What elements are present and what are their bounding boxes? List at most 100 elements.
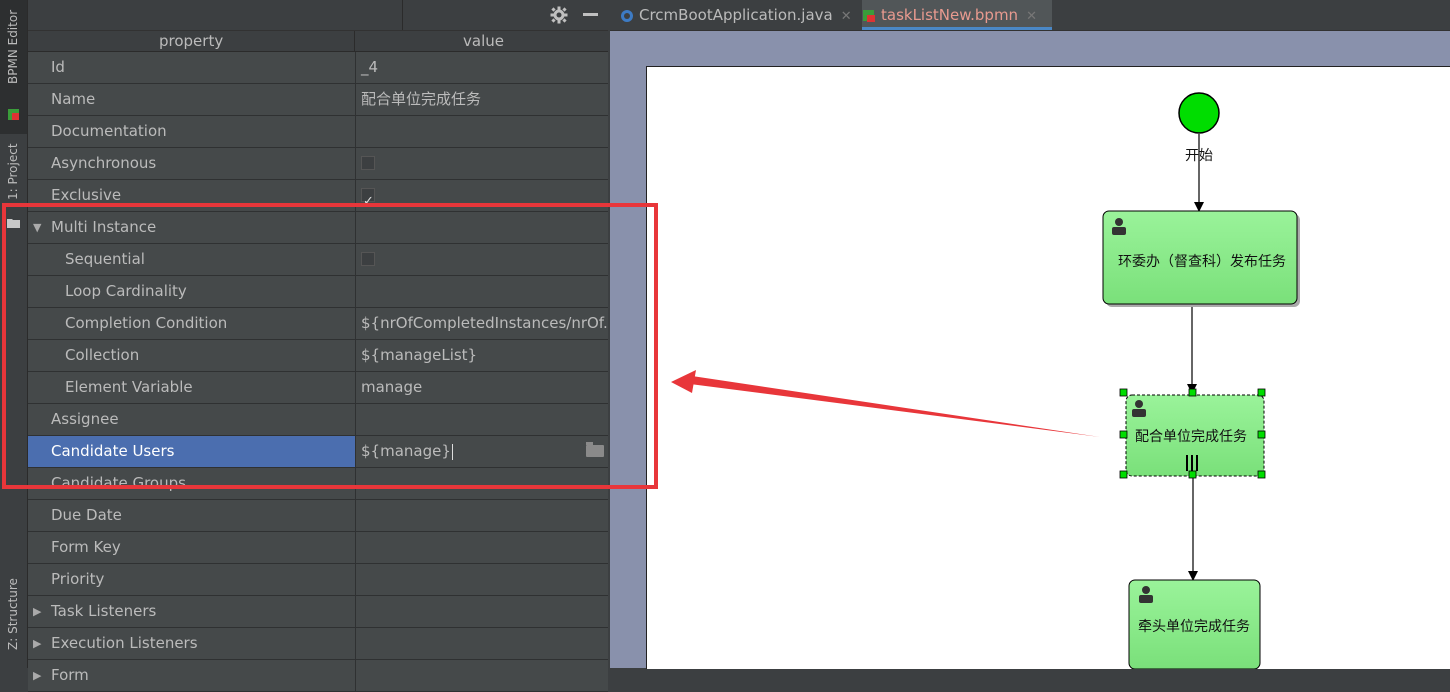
property-row-name[interactable]: Name 配合单位完成任务 [28,84,608,116]
property-row-collection[interactable]: Collection ${manageList} [28,340,608,372]
value-column-header: value [463,32,504,50]
property-row-loop-cardinality[interactable]: Loop Cardinality [28,276,608,308]
property-column-header: property [159,32,224,50]
properties-toolbar [28,0,608,31]
property-row-candidate-groups[interactable]: Candidate Groups [28,468,608,500]
property-value-cell[interactable]: ${nrOfCompletedInstances/nrOf... [355,308,608,339]
tab-task-list-new-bpmn[interactable]: taskListNew.bpmn ✕ [862,0,1052,30]
structure-tab-label: Z: Structure [6,578,20,650]
bpmn-editor-tab-label: BPMN Editor [6,9,20,84]
property-label: Id [51,58,65,76]
start-event-label: 开始 [1185,148,1213,164]
folder-icon [7,219,20,228]
property-row-assignee[interactable]: Assignee [28,404,608,436]
property-row-priority[interactable]: Priority [28,564,608,596]
exclusive-checkbox[interactable] [361,186,375,211]
property-row-due-date[interactable]: Due Date [28,500,608,532]
property-row-sequential[interactable]: Sequential [28,244,608,276]
property-value-cell[interactable]: manage [355,372,608,403]
text-cursor [451,443,453,460]
property-group-execution-listeners[interactable]: ▶ Execution Listeners [28,628,608,660]
property-group-multi-instance[interactable]: ▼ Multi Instance [28,212,608,244]
task-cooperate-label: 配合单位完成任务 [1135,429,1247,445]
property-value: 配合单位完成任务 [361,90,482,108]
property-value-cell[interactable] [355,404,608,435]
group-label: Multi Instance [51,218,157,236]
property-value-cell [355,180,608,211]
property-row-exclusive[interactable]: Exclusive [28,180,608,212]
property-row-element-variable[interactable]: Element Variable manage [28,372,608,404]
task-lead-label: 牵头单位完成任务 [1138,619,1250,635]
property-value-cell[interactable] [355,564,608,595]
property-label: Exclusive [51,186,122,204]
expand-right-icon[interactable]: ▶ [33,628,41,659]
property-value [356,282,361,300]
property-row-asynchronous[interactable]: Asynchronous [28,148,608,180]
property-row-form-key[interactable]: Form Key [28,532,608,564]
property-value-cell [355,148,608,179]
start-event[interactable] [1178,92,1220,134]
property-value-cell[interactable] [355,500,608,531]
property-label: Candidate Users [28,436,377,467]
property-value: manage [361,378,423,396]
property-value: ${manageList} [361,346,478,364]
property-value [356,506,361,524]
property-value-cell[interactable] [355,116,608,147]
bpmn-editor-tool-tab[interactable]: BPMN Editor [0,0,27,134]
tab-crcm-boot-application[interactable]: CrcmBootApplication.java ✕ [620,0,860,30]
group-label: Task Listeners [51,602,157,620]
property-value-cell[interactable]: _4 [355,52,608,83]
property-value-cell[interactable] [355,276,608,307]
property-label: Name [51,90,96,108]
property-label: Completion Condition [65,314,228,332]
minimize-icon[interactable] [583,13,598,16]
property-row-candidate-users[interactable]: Candidate Users ${manage} [28,436,608,468]
bpmn-file-icon [863,9,875,22]
property-value-cell[interactable] [355,532,608,563]
properties-table: property value Id _4 Name 配合单位完成任务 Docum… [28,31,608,692]
gear-icon[interactable] [550,6,568,24]
property-value [356,410,361,428]
property-value-cell [355,596,608,627]
expand-down-icon[interactable]: ▼ [33,212,41,243]
asynchronous-checkbox[interactable] [361,156,375,170]
property-value-cell[interactable]: ${manageList} [355,340,608,371]
property-label: ▶ Execution Listeners [28,628,377,659]
property-label: Priority [51,570,105,588]
property-row-documentation[interactable]: Documentation [28,116,608,148]
property-label: Assignee [51,410,119,428]
property-value-cell [355,628,608,659]
property-value [356,474,361,492]
project-tool-tab[interactable]: 1: Project [0,140,27,232]
close-icon[interactable]: ✕ [841,9,852,24]
property-label: Documentation [51,122,167,140]
property-group-form[interactable]: ▶ Form [28,660,608,692]
sequential-checkbox[interactable] [361,252,375,266]
property-value-cell[interactable]: 配合单位完成任务 [355,84,608,115]
property-value: _4 [361,58,379,76]
bpmn-diagram [1102,92,1300,669]
candidate-users-input[interactable]: ${manage} [355,436,608,467]
diagram-canvas[interactable]: 开始 环委办（督查科）发布任务 配合单位完成任务 牵头单位完成任务 [646,66,1450,669]
property-label: ▶ Form [28,660,377,691]
property-label: Element Variable [65,378,193,396]
expand-right-icon[interactable]: ▶ [33,596,41,627]
close-icon[interactable]: ✕ [1026,9,1037,24]
property-label: ▶ Task Listeners [28,596,377,627]
property-value-cell[interactable] [355,468,608,499]
task-publish-label: 环委办（督查科）发布任务 [1118,254,1286,270]
structure-tool-tab[interactable]: Z: Structure [0,570,27,668]
expand-right-icon[interactable]: ▶ [33,660,41,691]
tab-label: taskListNew.bpmn [881,6,1019,24]
group-label: Form [51,666,89,684]
property-row-completion-condition[interactable]: Completion Condition ${nrOfCompletedInst… [28,308,608,340]
browse-folder-icon[interactable] [586,442,604,457]
property-label: Candidate Groups [51,474,186,492]
properties-column-header: property value [28,31,608,52]
property-row-id[interactable]: Id _4 [28,52,608,84]
property-group-task-listeners[interactable]: ▶ Task Listeners [28,596,608,628]
property-value-cell [355,244,608,275]
java-class-icon [621,9,633,22]
property-label: Asynchronous [51,154,157,172]
property-label: Due Date [51,506,122,524]
